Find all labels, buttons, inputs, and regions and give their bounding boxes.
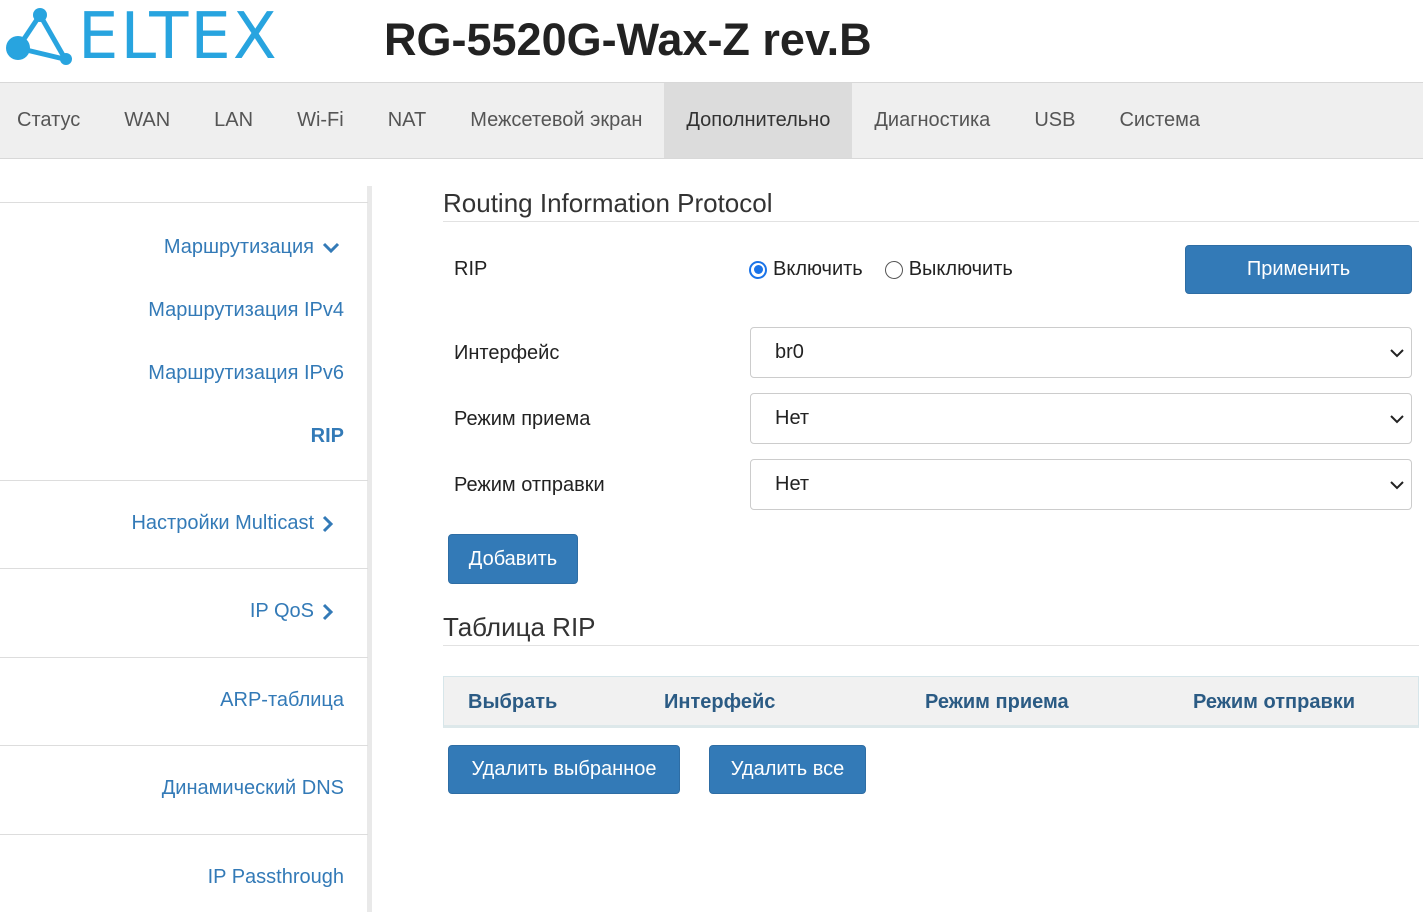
sidebar-item-ddns[interactable]: Динамический DNS xyxy=(162,777,368,800)
logo-mark-icon xyxy=(6,8,72,65)
chevron-down-icon xyxy=(1390,415,1404,424)
nav-tab-nat[interactable]: NAT xyxy=(366,83,449,158)
rip-disable-label[interactable]: Выключить xyxy=(909,258,1013,281)
sidebar-group-passthrough: IP Passthrough xyxy=(0,835,368,912)
header: ELTEX RG-5520G-Wax-Z rev.B xyxy=(0,0,1423,82)
sidebar-group-multicast: Настройки Multicast xyxy=(0,481,368,569)
receive-mode-select[interactable]: Нет xyxy=(750,393,1412,444)
sidebar-item-rip[interactable]: RIP xyxy=(311,425,368,448)
sidebar-item-routing-ipv4[interactable]: Маршрутизация IPv4 xyxy=(148,299,368,322)
chevron-right-icon xyxy=(322,603,344,621)
interface-select-value: br0 xyxy=(775,341,804,363)
nav-tab-wifi[interactable]: Wi-Fi xyxy=(275,83,366,158)
nav-tab-usb[interactable]: USB xyxy=(1012,83,1097,158)
sidebar: Маршрутизация Маршрутизация IPv4 Маршрут… xyxy=(0,186,372,912)
rip-enable-radio[interactable] xyxy=(749,260,767,279)
main-content: Routing Information Protocol RIP Включит… xyxy=(443,186,1419,794)
sidebar-item-ipqos-label: IP QoS xyxy=(249,600,314,622)
delete-selected-button[interactable]: Удалить выбранное xyxy=(448,745,680,794)
chevron-down-icon xyxy=(1390,481,1404,490)
device-model-title: RG-5520G-Wax-Z rev.B xyxy=(384,14,872,65)
chevron-down-icon xyxy=(322,242,344,254)
nav-tab-diagnostics[interactable]: Диагностика xyxy=(852,83,1012,158)
chevron-right-icon xyxy=(322,515,344,533)
delete-all-button[interactable]: Удалить все xyxy=(709,745,866,794)
column-header-receive-mode: Режим приема xyxy=(925,691,1069,713)
nav-tab-system[interactable]: Система xyxy=(1097,83,1222,158)
logo-text: ELTEX xyxy=(78,0,279,74)
column-header-interface: Интерфейс xyxy=(664,691,776,713)
apply-button[interactable]: Применить xyxy=(1185,245,1412,294)
nav-tab-wan[interactable]: WAN xyxy=(102,83,192,158)
sidebar-item-ipqos[interactable]: IP QoS xyxy=(250,600,368,623)
interface-label: Интерфейс xyxy=(454,342,560,364)
rip-table-header: Выбрать Интерфейс Режим приема Режим отп… xyxy=(443,676,1419,728)
eltex-logo: ELTEX xyxy=(4,4,294,70)
send-mode-label: Режим отправки xyxy=(454,474,605,496)
rip-toggle: Включить Выключить xyxy=(749,258,1035,281)
rip-table-title: Таблица RIP xyxy=(443,610,1419,646)
nav-tab-advanced[interactable]: Дополнительно xyxy=(664,83,853,158)
send-mode-select-value: Нет xyxy=(775,473,810,495)
interface-select[interactable]: br0 xyxy=(750,327,1412,378)
sidebar-item-routing[interactable]: Маршрутизация xyxy=(164,236,368,259)
sidebar-group-ddns: Динамический DNS xyxy=(0,746,368,835)
send-mode-select[interactable]: Нет xyxy=(750,459,1412,510)
column-header-select: Выбрать xyxy=(468,691,558,713)
sidebar-group-ipqos: IP QoS xyxy=(0,569,368,658)
page-title: Routing Information Protocol xyxy=(443,186,1419,222)
column-header-send-mode: Режим отправки xyxy=(1193,691,1356,713)
receive-mode-select-value: Нет xyxy=(775,407,810,429)
sidebar-item-routing-label: Маршрутизация xyxy=(163,236,314,258)
receive-mode-label: Режим приема xyxy=(454,408,591,430)
sidebar-item-routing-ipv6[interactable]: Маршрутизация IPv6 xyxy=(148,362,368,385)
sidebar-item-multicast[interactable]: Настройки Multicast xyxy=(131,512,368,535)
sidebar-group-routing: Маршрутизация Маршрутизация IPv4 Маршрут… xyxy=(0,203,368,481)
sidebar-item-ip-passthrough[interactable]: IP Passthrough xyxy=(208,866,368,889)
sidebar-item-multicast-label: Настройки Multicast xyxy=(131,512,314,534)
add-button[interactable]: Добавить xyxy=(448,534,578,584)
rip-enable-label[interactable]: Включить xyxy=(773,258,863,281)
nav-tab-lan[interactable]: LAN xyxy=(192,83,275,158)
sidebar-group-arp: ARP-таблица xyxy=(0,658,368,746)
chevron-down-icon xyxy=(1390,349,1404,358)
top-nav: Статус WAN LAN Wi-Fi NAT Межсетевой экра… xyxy=(0,82,1423,159)
sidebar-item-arp[interactable]: ARP-таблица xyxy=(220,689,368,712)
rip-disable-radio[interactable] xyxy=(884,260,903,279)
sidebar-divider xyxy=(0,186,368,203)
rip-label: RIP xyxy=(454,258,488,280)
nav-tab-status[interactable]: Статус xyxy=(0,83,102,158)
nav-tab-firewall[interactable]: Межсетевой экран xyxy=(448,83,664,158)
